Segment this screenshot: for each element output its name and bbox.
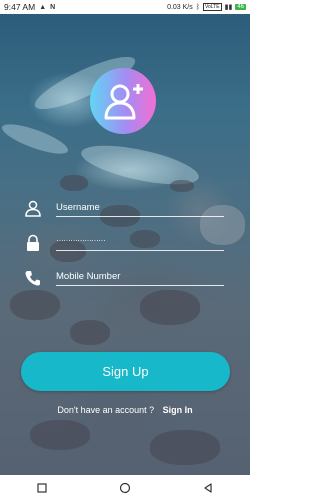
username-input[interactable] <box>56 202 224 213</box>
notification-icon: ▲ <box>39 3 47 11</box>
status-bar: 9:47 AM ▲ N 0.03 K/s ᛒ VoLTE ▮▮ 46 <box>0 0 250 14</box>
signin-link[interactable]: Sign In <box>163 405 193 415</box>
phone-icon <box>25 271 40 286</box>
avatar <box>90 68 156 134</box>
person-icon <box>25 200 41 217</box>
signal-icon: ▮▮ <box>224 4 233 11</box>
signup-button[interactable]: Sign Up <box>21 352 230 391</box>
back-button[interactable] <box>198 478 218 498</box>
password-underline <box>56 250 224 251</box>
account-question: Don't have an account ? <box>57 405 155 415</box>
status-time: 9:47 AM <box>4 2 36 12</box>
rock <box>140 290 200 325</box>
rock <box>150 430 220 465</box>
mobile-input[interactable] <box>56 271 224 282</box>
password-field[interactable]: ………………… <box>24 232 224 254</box>
rock <box>10 290 60 320</box>
system-nav-bar <box>0 475 250 500</box>
password-input[interactable]: ………………… <box>56 234 224 243</box>
rock <box>70 320 110 345</box>
home-button[interactable] <box>115 478 135 498</box>
recents-icon <box>37 482 47 493</box>
network-speed: 0.03 K/s <box>167 3 193 11</box>
rock <box>30 420 90 450</box>
mobile-field[interactable] <box>24 267 224 289</box>
add-user-icon <box>104 84 143 120</box>
rock <box>60 175 88 191</box>
back-icon <box>204 482 212 493</box>
volte-badge: VoLTE <box>202 3 222 11</box>
bluetooth-icon: ᛒ <box>195 3 200 11</box>
battery-badge: 46 <box>235 4 246 10</box>
username-underline <box>56 216 224 217</box>
signin-prompt: Don't have an account ? Sign In <box>0 405 250 415</box>
app-icon: N <box>50 3 56 11</box>
lock-icon <box>27 234 39 251</box>
wave-foam <box>0 118 71 160</box>
mobile-underline <box>56 285 224 286</box>
username-field[interactable] <box>24 198 224 220</box>
recents-button[interactable] <box>32 478 52 498</box>
rock <box>170 180 194 192</box>
home-icon <box>119 482 131 493</box>
